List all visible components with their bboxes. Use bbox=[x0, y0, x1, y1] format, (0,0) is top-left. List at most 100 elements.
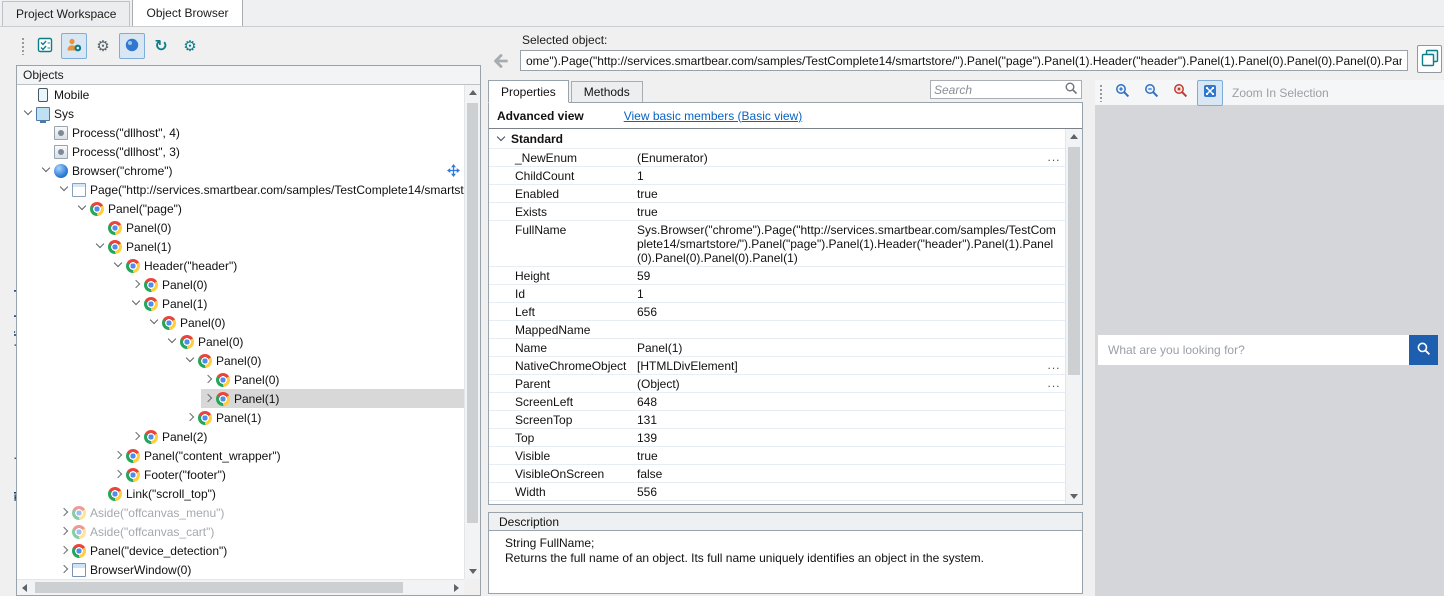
expand-chevron-icon[interactable] bbox=[57, 543, 72, 558]
tab-properties[interactable]: Properties bbox=[488, 80, 569, 103]
property-row[interactable]: Visibletrue bbox=[489, 447, 1065, 465]
settings-button[interactable]: ⚙ bbox=[90, 33, 116, 59]
properties-scrollbar[interactable] bbox=[1065, 129, 1082, 504]
scroll-up-icon[interactable] bbox=[1070, 134, 1078, 139]
property-row[interactable]: MappedName bbox=[489, 321, 1065, 339]
property-row[interactable]: Parent(Object)... bbox=[489, 375, 1065, 393]
tree-item[interactable]: BrowserWindow(0) bbox=[17, 560, 464, 579]
collapse-chevron-icon[interactable] bbox=[93, 239, 108, 254]
collapse-chevron-icon[interactable] bbox=[21, 106, 36, 121]
expand-chevron-icon[interactable] bbox=[129, 277, 144, 292]
basic-view-link[interactable]: View basic members (Basic view) bbox=[624, 109, 803, 123]
expand-chevron-icon[interactable] bbox=[129, 429, 144, 444]
zoom-out-button[interactable] bbox=[1139, 80, 1165, 106]
tree-item[interactable]: Panel("device_detection") bbox=[17, 541, 464, 560]
objects-horizontal-scrollbar[interactable] bbox=[17, 579, 464, 595]
property-row[interactable]: NamePanel(1) bbox=[489, 339, 1065, 357]
highlight-object-button[interactable] bbox=[119, 33, 145, 59]
ellipsis-button[interactable]: ... bbox=[1043, 375, 1065, 389]
standard-group-header[interactable]: Standard bbox=[489, 129, 1082, 149]
scroll-down-icon[interactable] bbox=[469, 569, 477, 574]
expand-chevron-icon[interactable] bbox=[201, 391, 216, 406]
property-row[interactable]: Top139 bbox=[489, 429, 1065, 447]
property-row[interactable]: Id1 bbox=[489, 285, 1065, 303]
collapse-chevron-icon[interactable] bbox=[111, 258, 126, 273]
page-search-input[interactable] bbox=[1098, 335, 1409, 365]
selected-object-input[interactable] bbox=[520, 50, 1408, 71]
tree-item[interactable]: Panel(0) bbox=[17, 370, 464, 389]
tree-item[interactable]: Panel(0) bbox=[17, 218, 464, 237]
tree-item[interactable]: Panel(0) bbox=[17, 351, 464, 370]
expand-chevron-icon[interactable] bbox=[111, 448, 126, 463]
collapse-chevron-icon[interactable] bbox=[75, 201, 90, 216]
property-row[interactable]: ScreenLeft648 bbox=[489, 393, 1065, 411]
advanced-settings-button[interactable]: ⚙ bbox=[177, 33, 203, 59]
property-row[interactable]: Left656 bbox=[489, 303, 1065, 321]
process-filter-button[interactable] bbox=[61, 33, 87, 59]
ellipsis-button[interactable]: ... bbox=[1043, 357, 1065, 371]
collapse-chevron-icon[interactable] bbox=[147, 315, 162, 330]
tab-project-workspace[interactable]: Project Workspace bbox=[2, 1, 130, 26]
tree-item[interactable]: Page("http://services.smartbear.com/samp… bbox=[17, 180, 464, 199]
property-row[interactable]: ChildCount1 bbox=[489, 167, 1065, 185]
tree-item[interactable]: Panel(1) bbox=[17, 294, 464, 313]
tree-item[interactable]: Link("scroll_top") bbox=[17, 484, 464, 503]
expand-chevron-icon[interactable] bbox=[111, 467, 126, 482]
expand-chevron-icon[interactable] bbox=[57, 562, 72, 577]
expand-chevron-icon[interactable] bbox=[57, 524, 72, 539]
property-row[interactable]: Existstrue bbox=[489, 203, 1065, 221]
collapse-chevron-icon[interactable] bbox=[39, 163, 54, 178]
property-row[interactable]: ScreenTop131 bbox=[489, 411, 1065, 429]
tab-object-browser[interactable]: Object Browser bbox=[132, 0, 242, 26]
property-row[interactable]: Width556 bbox=[489, 483, 1065, 501]
tree-item[interactable]: Sys bbox=[17, 104, 464, 123]
tree-item[interactable]: Panel("page") bbox=[17, 199, 464, 218]
back-button[interactable] bbox=[488, 49, 514, 75]
expand-chevron-icon[interactable] bbox=[57, 505, 72, 520]
collapse-chevron-icon[interactable] bbox=[57, 182, 72, 197]
tree-item[interactable]: Aside("offcanvas_cart") bbox=[17, 522, 464, 541]
collapse-group-icon[interactable] bbox=[495, 133, 507, 145]
tree-item[interactable]: Panel(1) bbox=[17, 408, 464, 427]
objects-vertical-scrollbar[interactable] bbox=[464, 85, 480, 579]
tree-item[interactable]: Process("dllhost", 4) bbox=[17, 123, 464, 142]
tree-item[interactable]: Panel("content_wrapper") bbox=[17, 446, 464, 465]
map-object-button[interactable] bbox=[1417, 45, 1442, 73]
properties-search-input[interactable] bbox=[934, 83, 1064, 97]
property-row[interactable]: _NewEnum(Enumerator)... bbox=[489, 149, 1065, 167]
toolbar-grip[interactable] bbox=[1099, 84, 1103, 102]
collapse-chevron-icon[interactable] bbox=[129, 296, 144, 311]
property-row[interactable]: Height59 bbox=[489, 267, 1065, 285]
tree-item[interactable]: Panel(0) bbox=[17, 275, 464, 294]
scroll-up-icon[interactable] bbox=[469, 90, 477, 95]
zoom-selection-button[interactable] bbox=[1197, 80, 1223, 106]
tree-item[interactable]: Footer("footer") bbox=[17, 465, 464, 484]
vertical-scroll-thumb[interactable] bbox=[467, 103, 478, 523]
tree-item[interactable]: Panel(2) bbox=[17, 427, 464, 446]
zoom-in-button[interactable] bbox=[1110, 80, 1136, 106]
property-row[interactable]: Enabledtrue bbox=[489, 185, 1065, 203]
tree-item[interactable]: Panel(0) bbox=[17, 313, 464, 332]
property-row[interactable]: FullNameSys.Browser("chrome").Page("http… bbox=[489, 221, 1065, 267]
page-search-button[interactable] bbox=[1409, 335, 1438, 365]
properties-scroll-thumb[interactable] bbox=[1068, 147, 1080, 375]
tree-item[interactable]: Panel(1) bbox=[17, 389, 464, 408]
ellipsis-button[interactable]: ... bbox=[1043, 149, 1065, 163]
expand-chevron-icon[interactable] bbox=[201, 372, 216, 387]
scroll-down-icon[interactable] bbox=[1070, 494, 1078, 499]
tree-item[interactable]: Panel(0) bbox=[17, 332, 464, 351]
property-row[interactable]: NativeChromeObject[HTMLDivElement]... bbox=[489, 357, 1065, 375]
collapse-chevron-icon[interactable] bbox=[165, 334, 180, 349]
property-row[interactable]: VisibleOnScreenfalse bbox=[489, 465, 1065, 483]
tree-item[interactable]: Panel(1) bbox=[17, 237, 464, 256]
scroll-right-icon[interactable] bbox=[454, 584, 459, 592]
expand-chevron-icon[interactable] bbox=[183, 410, 198, 425]
tree-item[interactable]: Aside("offcanvas_menu") bbox=[17, 503, 464, 522]
refresh-button[interactable]: ↻ bbox=[148, 33, 174, 59]
toolbar-grip[interactable] bbox=[21, 37, 25, 55]
zoom-reset-button[interactable] bbox=[1168, 80, 1194, 106]
scroll-left-icon[interactable] bbox=[22, 584, 27, 592]
collapse-chevron-icon[interactable] bbox=[183, 353, 198, 368]
tree-item[interactable]: Process("dllhost", 3) bbox=[17, 142, 464, 161]
checked-objects-button[interactable] bbox=[32, 33, 58, 59]
